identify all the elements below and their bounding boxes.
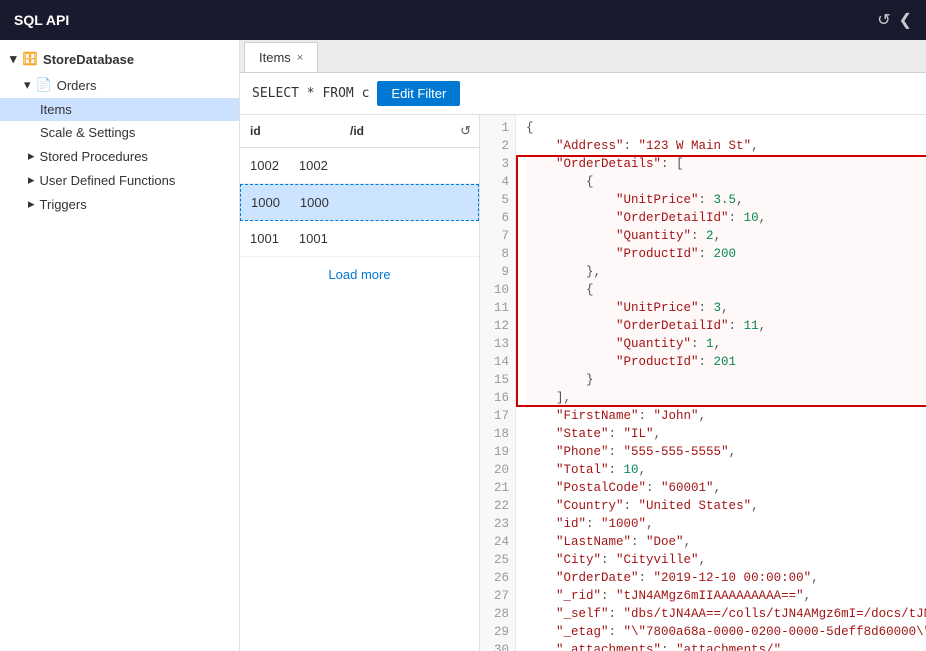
json-line: "OrderDetailId": 10,	[526, 209, 926, 227]
json-line: "_rid": "tJN4AMgz6mIIAAAAAAAAA==",	[526, 587, 926, 605]
json-line: }	[526, 371, 926, 389]
collection-label: Orders	[57, 78, 97, 93]
json-line: "Address": "123 W Main St",	[526, 137, 926, 155]
cell-id: 1000	[241, 191, 290, 214]
chevron-right-icon: ▸	[28, 148, 35, 164]
chevron-down-icon: ▾	[24, 77, 31, 93]
json-line: "City": "Cityville",	[526, 551, 926, 569]
table-refresh-icon[interactable]: ↺	[452, 119, 479, 143]
cell-id: 1001	[240, 227, 289, 250]
edit-filter-button[interactable]: Edit Filter	[377, 81, 460, 106]
sidebar-collection[interactable]: ▾ 📄 Orders	[0, 72, 239, 98]
table-row[interactable]: 10011001	[240, 221, 479, 257]
table-header: id /id ↺	[240, 115, 479, 148]
load-more[interactable]: Load more	[240, 257, 479, 292]
cell-fid: 1002	[289, 154, 338, 177]
json-line: "ProductId": 201	[526, 353, 926, 371]
json-line: "Country": "United States",	[526, 497, 926, 515]
table-pane: id /id ↺ 100210021000100010011001 Load m…	[240, 115, 480, 651]
triggers-label: Triggers	[40, 197, 87, 212]
chevron-right-icon: ▸	[28, 172, 35, 188]
col-fid-header: /id	[340, 119, 452, 143]
json-line: "_etag": "\"7800a68a-0000-0200-0000-5def…	[526, 623, 926, 641]
json-line: "FirstName": "John",	[526, 407, 926, 425]
sidebar-item-scale-settings[interactable]: Scale & Settings	[0, 121, 239, 144]
sidebar-db[interactable]: ▾ 🗄 StoreDatabase	[0, 46, 239, 72]
json-line: "State": "IL",	[526, 425, 926, 443]
table-row[interactable]: 10001000	[240, 184, 479, 221]
tab-close[interactable]: ×	[297, 52, 303, 64]
sidebar: ▾ 🗄 StoreDatabase ▾ 📄 Orders Items Scale…	[0, 40, 240, 651]
col-id-header: id	[240, 119, 340, 143]
json-pane[interactable]: 1234567891011121314151617181920212223242…	[480, 115, 926, 651]
cell-fid: 1001	[289, 227, 338, 250]
query-bar: SELECT * FROM c Edit Filter	[240, 73, 926, 115]
json-line: "LastName": "Doe",	[526, 533, 926, 551]
json-line: "OrderDate": "2019-12-10 00:00:00",	[526, 569, 926, 587]
collection-icon: 📄	[36, 77, 52, 93]
tab-items[interactable]: Items ×	[244, 42, 318, 72]
chevron-right-icon: ▸	[28, 196, 35, 212]
json-line: "OrderDetailId": 11,	[526, 317, 926, 335]
json-line: "_self": "dbs/tJN4AA==/colls/tJN4AMgz6mI…	[526, 605, 926, 623]
json-line: {	[526, 281, 926, 299]
json-line: {	[526, 173, 926, 191]
app-title: SQL API	[14, 12, 69, 28]
sidebar-group-stored-procedures[interactable]: ▸ Stored Procedures	[0, 144, 239, 168]
db-label: StoreDatabase	[43, 52, 134, 67]
content-area: Items × SELECT * FROM c Edit Filter id /…	[240, 40, 926, 651]
json-line: "Quantity": 2,	[526, 227, 926, 245]
split-pane: id /id ↺ 100210021000100010011001 Load m…	[240, 115, 926, 651]
json-line: "Total": 10,	[526, 461, 926, 479]
table-rows: 100210021000100010011001	[240, 148, 479, 257]
json-line: "UnitPrice": 3.5,	[526, 191, 926, 209]
json-line: {	[526, 119, 926, 137]
cell-id: 1002	[240, 154, 289, 177]
json-line: ],	[526, 389, 926, 407]
query-text: SELECT * FROM c	[252, 86, 369, 101]
chevron-down-icon: ▾	[10, 51, 17, 67]
udf-label: User Defined Functions	[40, 173, 176, 188]
json-line: "PostalCode": "60001",	[526, 479, 926, 497]
json-line: "ProductId": 200	[526, 245, 926, 263]
sidebar-item-items[interactable]: Items	[0, 98, 239, 121]
db-icon: 🗄	[22, 51, 39, 67]
sidebar-group-udf[interactable]: ▸ User Defined Functions	[0, 168, 239, 192]
sidebar-group-triggers[interactable]: ▸ Triggers	[0, 192, 239, 216]
json-line: "UnitPrice": 3,	[526, 299, 926, 317]
json-line: "OrderDetails": [	[526, 155, 926, 173]
json-line: "_attachments": "attachments/",	[526, 641, 926, 651]
stored-procedures-label: Stored Procedures	[40, 149, 148, 164]
line-numbers: 1234567891011121314151617181920212223242…	[480, 115, 516, 651]
tab-label: Items	[259, 50, 291, 65]
collapse-icon[interactable]: ❮	[899, 10, 912, 30]
json-content: 1234567891011121314151617181920212223242…	[480, 115, 926, 651]
table-row[interactable]: 10021002	[240, 148, 479, 184]
json-line: "Phone": "555-555-5555",	[526, 443, 926, 461]
cell-fid: 1000	[290, 191, 339, 214]
tab-bar: Items ×	[240, 40, 926, 73]
refresh-icon[interactable]: ↺	[877, 10, 890, 30]
json-lines: { "Address": "123 W Main St", "OrderDeta…	[516, 115, 926, 651]
json-line: "Quantity": 1,	[526, 335, 926, 353]
json-line: },	[526, 263, 926, 281]
json-line: "id": "1000",	[526, 515, 926, 533]
